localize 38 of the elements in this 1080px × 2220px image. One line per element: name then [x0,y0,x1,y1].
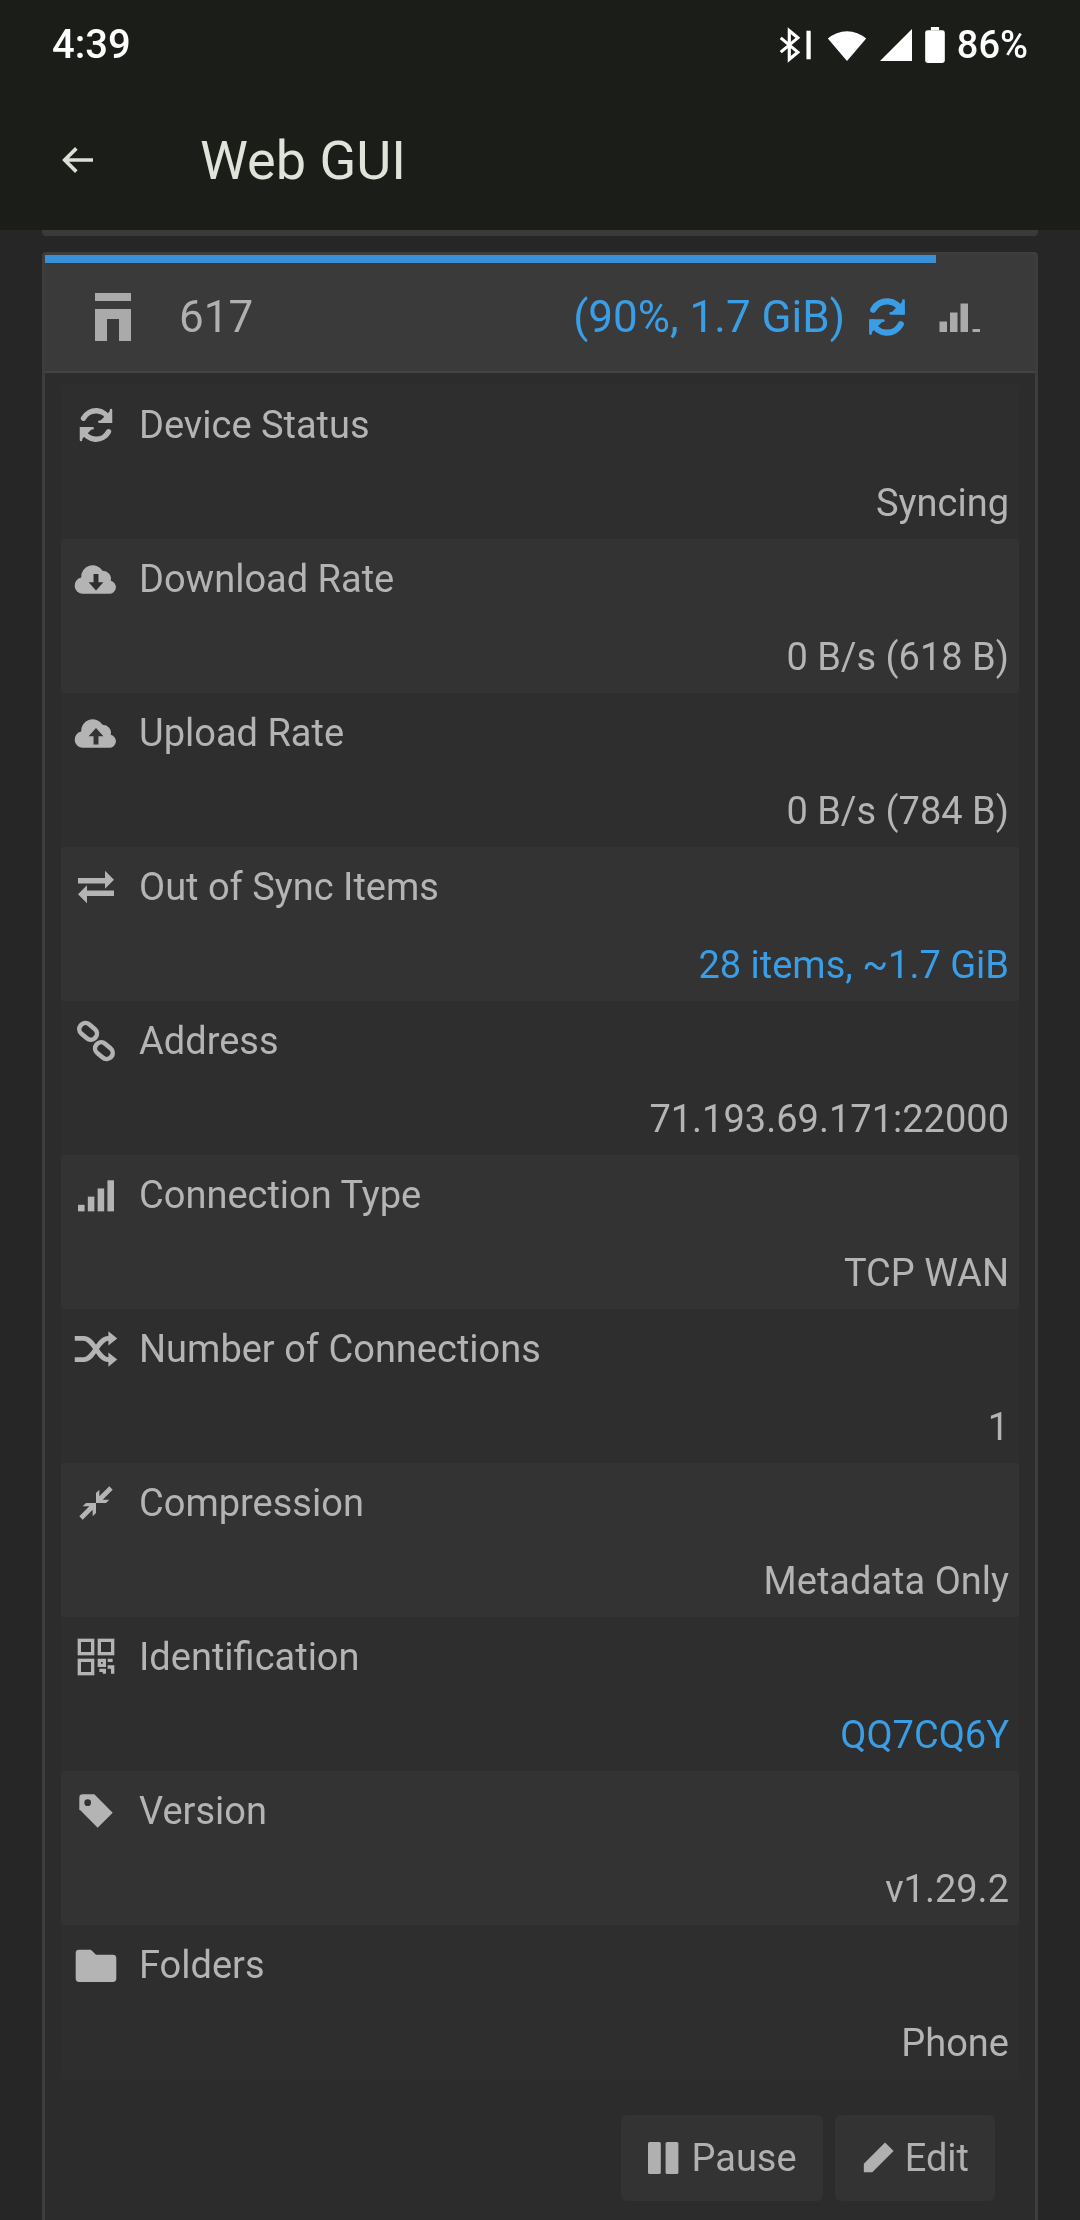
row-label: Download Rate [139,555,395,603]
sync-summary: (90%, 1.7 GiB) [573,290,845,345]
action-button[interactable]: Pause [621,2115,823,2201]
battery-percentage: 86% [956,21,1028,69]
row-value: QQ7CQ6Y [840,1712,1009,1759]
link-icon [75,1020,117,1062]
row-value: Syncing [876,480,1009,527]
signal-bars-icon [76,1177,116,1213]
row-value: v1.29.2 [885,1866,1009,1913]
row-value: Phone [901,2020,1009,2067]
row-value: 71.193.69.171:22000 [649,1096,1009,1143]
row-value: TCP WAN [843,1250,1009,1297]
row-value: 28 items, ~1.7 GiB [698,942,1009,989]
clock: 4:39 [52,20,131,70]
row-label: Number of Connections [139,1325,541,1373]
shuffle-icon [73,1329,119,1369]
battery-icon [924,27,945,63]
row-label: Address [139,1017,279,1065]
device-header[interactable]: 617 (90%, 1.7 GiB) [45,263,1035,373]
cell-signal-icon [878,29,913,61]
qr-code-icon [76,1637,116,1677]
row-value: 0 B/s (784 B) [786,788,1009,835]
row-label: Compression [139,1479,364,1527]
row-label: Identification [139,1633,360,1681]
row-label: Version [139,1787,267,1835]
row-label: Upload Rate [139,709,345,757]
row-value: 0 B/s (618 B) [786,634,1009,681]
row-value: 1 [987,1404,1009,1451]
wifi-icon [826,29,867,61]
row-label: Connection Type [139,1171,422,1219]
row-value: Metadata Only [763,1558,1009,1605]
row-label: Out of Sync Items [139,863,439,911]
row-label: Device Status [139,401,370,449]
app-bar-title: Web GUI [200,127,406,194]
row-label: Folders [139,1941,265,1989]
device-name: 617 [179,290,254,345]
action-button[interactable]: Edit [834,2115,995,2201]
device-icon [95,293,131,341]
